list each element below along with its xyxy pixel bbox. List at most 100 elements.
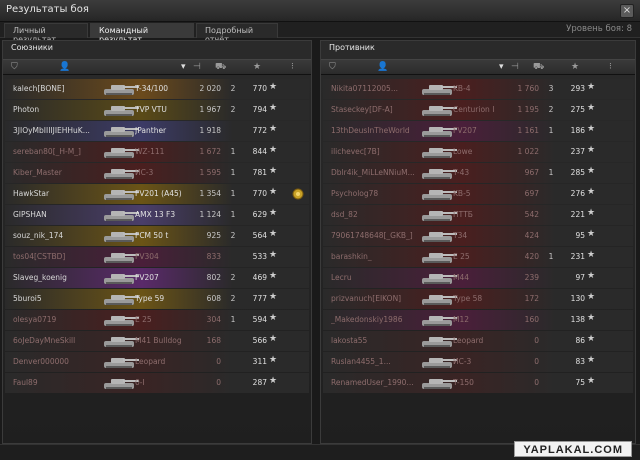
- player-name: 3JIOyMbIIIIJIEHHuK...: [13, 126, 90, 135]
- damage-value: 608: [206, 294, 221, 303]
- star-icon: ★: [269, 250, 278, 260]
- damage-value: 160: [524, 315, 539, 324]
- damage-value: 967: [524, 168, 539, 177]
- player-name: olesya0719: [13, 315, 57, 324]
- damage-value: 1 760: [517, 84, 539, 93]
- tank-name: 0-I: [135, 378, 145, 387]
- kills-icon[interactable]: ⛟: [533, 62, 544, 73]
- xp-value: 629: [252, 210, 267, 219]
- table-row[interactable]: Psycholog78 KB-5 697 276 ★: [323, 184, 633, 204]
- star-icon[interactable]: ★: [253, 62, 261, 72]
- star-icon: ★: [269, 187, 278, 197]
- sort-icon[interactable]: ▾: [181, 62, 186, 72]
- table-row[interactable]: ilichevec[7B] Lowe 1 022 237 ★: [323, 142, 633, 162]
- table-row[interactable]: 6oJeDayMneSkill M41 Bulldog 168 566 ★: [5, 331, 309, 351]
- medals-icon[interactable]: ⁝: [609, 62, 612, 72]
- damage-value: 802: [206, 273, 221, 282]
- xp-value: 95: [575, 231, 585, 240]
- damage-icon[interactable]: ⊣: [193, 62, 201, 72]
- tank-column-icon[interactable]: ⛉: [11, 62, 18, 72]
- player-name: prizvanuch[EIKON]: [331, 294, 402, 303]
- xp-value: 564: [252, 231, 267, 240]
- tank-name: ИС-3: [135, 168, 154, 177]
- player-name: barashkin_: [331, 252, 372, 261]
- tank-name: T-43: [453, 168, 470, 177]
- player-name: Photon: [13, 105, 40, 114]
- player-name: lakosta55: [331, 336, 368, 345]
- player-name: souz_nik_174: [13, 231, 64, 240]
- kills-value: 1: [230, 189, 236, 198]
- table-row[interactable]: Ruslan4455_1... ИС-3 0 83 ★: [323, 352, 633, 372]
- table-row[interactable]: Kiber_Master ИС-3 1 595 1 781 ★: [5, 163, 309, 183]
- enemies-header-row: ⛉ 👤 ▾ ⊣ ⛟ ★ ⁝: [321, 59, 635, 75]
- table-row[interactable]: Photon TVP VTU 1 967 2 794 ★: [5, 100, 309, 120]
- enemies-panel: Противник ⛉ 👤 ▾ ⊣ ⛟ ★ ⁝ Nikita07112005..…: [320, 40, 636, 444]
- table-row[interactable]: tos04[CSTBD] FV304 833 533 ★: [5, 247, 309, 267]
- star-icon: ★: [269, 166, 278, 176]
- xp-value: 770: [252, 84, 267, 93]
- player-name: Slaveg_koenig: [13, 273, 67, 282]
- player-icon[interactable]: 👤: [377, 62, 388, 72]
- table-row[interactable]: Faul89 0-I 0 287 ★: [5, 373, 309, 393]
- star-icon[interactable]: ★: [571, 62, 579, 72]
- table-row[interactable]: 79061748648[_GKB_] T34 424 95 ★: [323, 226, 633, 246]
- close-button[interactable]: ×: [620, 4, 634, 18]
- table-row[interactable]: HawkStar FV201 (A45) 1 354 1 770 ★: [5, 184, 309, 204]
- table-row[interactable]: souz_nik_174 FCM 50 t 925 2 564 ★: [5, 226, 309, 246]
- tank-name: TVP VTU: [135, 105, 167, 114]
- damage-icon[interactable]: ⊣: [511, 62, 519, 72]
- table-row[interactable]: 5buroi5 Type 59 608 2 777 ★: [5, 289, 309, 309]
- medal-icon[interactable]: [291, 187, 305, 201]
- player-name: dsd_82: [331, 210, 358, 219]
- tab-detailed-report[interactable]: Подробный отчёт: [196, 23, 278, 44]
- table-row[interactable]: Slaveg_koenig FV207 802 2 469 ★: [5, 268, 309, 288]
- star-icon: ★: [587, 313, 596, 323]
- table-row[interactable]: Denver000000 Leopard 0 311 ★: [5, 352, 309, 372]
- table-row[interactable]: lakosta55 Leopard 0 86 ★: [323, 331, 633, 351]
- tab-bar: Личный результат Командный результат Под…: [0, 22, 640, 44]
- table-row[interactable]: GIPSHAN AMX 13 F3 1 124 1 629 ★: [5, 205, 309, 225]
- table-row[interactable]: Lecru M44 239 97 ★: [323, 268, 633, 288]
- allies-header-row: ⛉ 👤 ▾ ⊣ ⛟ ★ ⁝: [3, 59, 311, 75]
- medals-icon[interactable]: ⁝: [291, 62, 294, 72]
- kills-value: 1: [548, 168, 554, 177]
- tank-name: ПТТБ: [453, 210, 473, 219]
- sort-icon[interactable]: ▾: [499, 62, 504, 72]
- table-row[interactable]: 3JIOyMbIIIIJIEHHuK... JPanther 1 918 772 ★: [5, 121, 309, 141]
- kills-icon[interactable]: ⛟: [215, 62, 226, 73]
- damage-value: 833: [206, 252, 221, 261]
- table-row[interactable]: kalech[BONE] T-34/100 2 020 2 770 ★: [5, 79, 309, 99]
- table-row[interactable]: RenamedUser_1990... T-150 0 75 ★: [323, 373, 633, 393]
- tank-column-icon[interactable]: ⛉: [329, 62, 336, 72]
- tank-name: T34: [453, 231, 468, 240]
- kills-value: 1: [548, 126, 554, 135]
- battle-level: Уровень боя: 8: [566, 24, 632, 34]
- kills-value: 1: [230, 168, 236, 177]
- tab-personal-result[interactable]: Личный результат: [4, 23, 88, 44]
- player-name: tos04[CSTBD]: [13, 252, 66, 261]
- damage-value: 1 354: [199, 189, 221, 198]
- xp-value: 566: [252, 336, 267, 345]
- table-row[interactable]: olesya0719 E 25 304 1 594 ★: [5, 310, 309, 330]
- damage-value: 1 124: [199, 210, 221, 219]
- table-row[interactable]: Dblr4ik_MiLLeNNiuM... T-43 967 1 285 ★: [323, 163, 633, 183]
- table-row[interactable]: 13thDeusInTheWorld FV207 1 161 1 186 ★: [323, 121, 633, 141]
- tab-team-result[interactable]: Командный результат: [90, 23, 194, 44]
- table-row[interactable]: Nikita07112005... KB-4 1 760 3 293 ★: [323, 79, 633, 99]
- table-row[interactable]: dsd_82 ПТТБ 542 221 ★: [323, 205, 633, 225]
- table-row[interactable]: _Makedonskiy1986 M12 160 138 ★: [323, 310, 633, 330]
- star-icon: ★: [269, 82, 278, 92]
- xp-value: 781: [252, 168, 267, 177]
- star-icon: ★: [587, 187, 596, 197]
- table-row[interactable]: Staseckey[DF-A] Centurion I 1 195 2 275 ★: [323, 100, 633, 120]
- tank-name: ИС-3: [453, 357, 472, 366]
- player-name: _Makedonskiy1986: [331, 315, 403, 324]
- player-icon[interactable]: 👤: [59, 62, 70, 72]
- table-row[interactable]: barashkin_ E 25 420 1 231 ★: [323, 247, 633, 267]
- player-name: Lecru: [331, 273, 352, 282]
- star-icon: ★: [269, 124, 278, 134]
- kills-value: 2: [230, 294, 236, 303]
- damage-value: 925: [206, 231, 221, 240]
- table-row[interactable]: sereban80[_H-M_] WZ-111 1 672 1 844 ★: [5, 142, 309, 162]
- table-row[interactable]: prizvanuch[EIKON] Type 58 172 130 ★: [323, 289, 633, 309]
